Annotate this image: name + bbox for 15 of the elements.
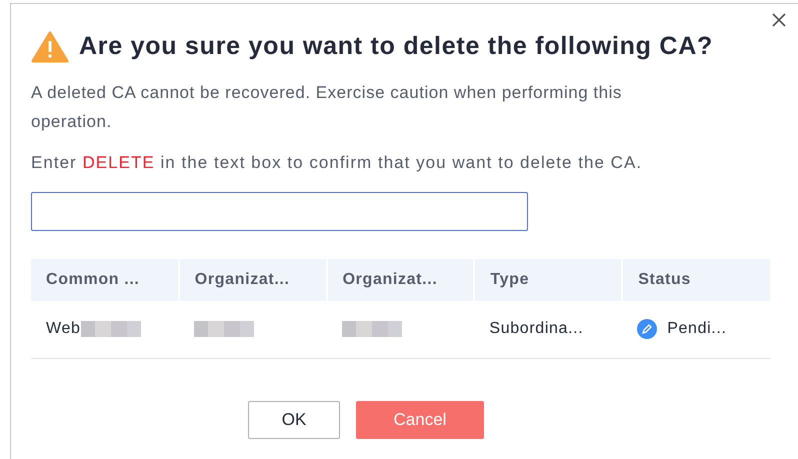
warning-text: A deleted CA cannot be recovered. Exercise caution when performing this operation.	[31, 82, 623, 132]
edit-status-icon	[637, 319, 658, 340]
column-header: Organizat...	[178, 259, 327, 301]
dialog-title: Are you sure you want to delete the following CA?	[79, 31, 714, 62]
ok-button[interactable]: OK	[248, 400, 340, 438]
column-header: Common ...	[31, 259, 179, 301]
cell-text: Pendi...	[667, 319, 727, 340]
cell-text: Web	[46, 319, 81, 340]
column-header: Status	[622, 259, 770, 301]
confirm-instruction: Enter DELETE in the text box to confirm that you want to delete the CA.	[31, 152, 644, 174]
warning-icon	[31, 30, 69, 63]
column-header: Type	[474, 259, 622, 301]
column-header: Organizat...	[326, 259, 474, 301]
cell-text: Subordina...	[489, 319, 584, 340]
confirm-input[interactable]	[31, 192, 528, 231]
